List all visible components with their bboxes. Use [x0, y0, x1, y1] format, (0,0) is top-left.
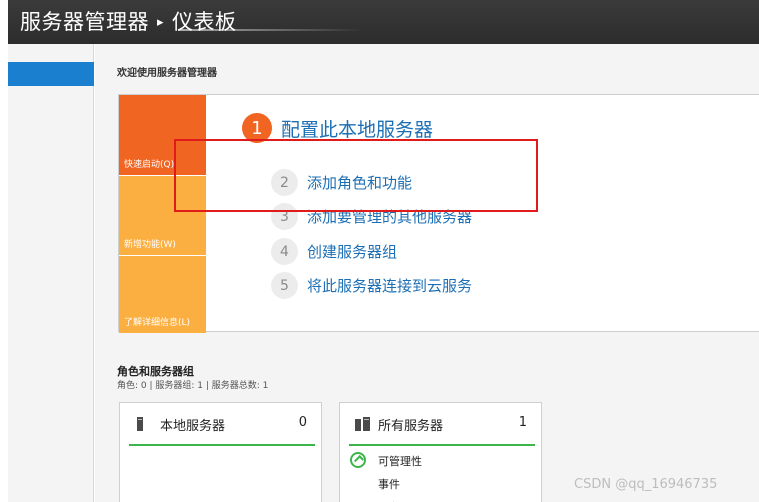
tile-row-manageability[interactable]: 可管理性	[378, 453, 422, 469]
watermark: CSDN @qq_16946735	[574, 477, 718, 492]
tile-header[interactable]: 本地服务器 0	[120, 403, 321, 445]
title-separator-icon: ▸	[157, 15, 165, 30]
step-connect-cloud[interactable]: 5 将此服务器连接到云服务	[271, 272, 472, 299]
step-create-server-group[interactable]: 4 创建服务器组	[271, 238, 397, 265]
tile-count: 0	[298, 415, 307, 430]
step-number-badge: 5	[271, 272, 298, 299]
tab-learn-more-label: 了解详细信息(L)	[124, 318, 191, 328]
sidebar-item-dashboard[interactable]	[8, 62, 94, 86]
roles-section-title: 角色和服务器组	[117, 365, 194, 378]
status-ok-icon	[350, 452, 366, 468]
welcome-heading: 欢迎使用服务器管理器	[117, 68, 217, 79]
tile-title: 所有服务器	[378, 419, 444, 434]
step-number-badge: 4	[271, 238, 298, 265]
quick-start-panel: 快速启动(Q) 新增功能(W) 了解详细信息(L) 1 配置此本地服务器 2 添…	[118, 94, 759, 333]
tile-header[interactable]: 所有服务器 1	[340, 403, 541, 445]
servers-icon	[355, 417, 370, 431]
status-bar	[349, 444, 535, 446]
tile-all-servers[interactable]: 所有服务器 1 可管理性 事件 服务	[339, 402, 542, 502]
title-bar: 服务器管理器 ▸ 仪表板	[8, 0, 759, 44]
step-link[interactable]: 将此服务器连接到云服务	[307, 275, 472, 296]
step-link[interactable]: 配置此本地服务器	[281, 115, 433, 142]
tile-title: 本地服务器	[160, 419, 226, 434]
tab-whats-new-label: 新增功能(W)	[124, 240, 176, 250]
roles-summary: 角色: 0 | 服务器组: 1 | 服务器总数: 1	[117, 381, 269, 391]
tile-count: 1	[518, 415, 527, 430]
tile-row-events[interactable]: 事件	[378, 476, 400, 492]
tab-quick-start-label: 快速启动(Q)	[124, 160, 175, 170]
status-bar	[129, 444, 315, 446]
title-underline	[178, 29, 363, 31]
main-content: 欢迎使用服务器管理器 快速启动(Q) 新增功能(W) 了解详细信息(L) 1 配…	[95, 44, 759, 502]
server-icon	[137, 417, 143, 431]
annotation-highlight-box	[174, 139, 538, 212]
title-app: 服务器管理器	[20, 10, 149, 34]
tile-local-server[interactable]: 本地服务器 0	[119, 402, 322, 502]
window-title: 服务器管理器 ▸ 仪表板	[20, 6, 237, 36]
step-link[interactable]: 创建服务器组	[307, 241, 397, 262]
server-manager-window: 服务器管理器 ▸ 仪表板 欢迎使用服务器管理器 快速启动(Q) 新增功能(W) 了解…	[0, 0, 759, 502]
tab-learn-more[interactable]: 了解详细信息(L)	[119, 256, 206, 333]
sidebar	[8, 44, 94, 502]
